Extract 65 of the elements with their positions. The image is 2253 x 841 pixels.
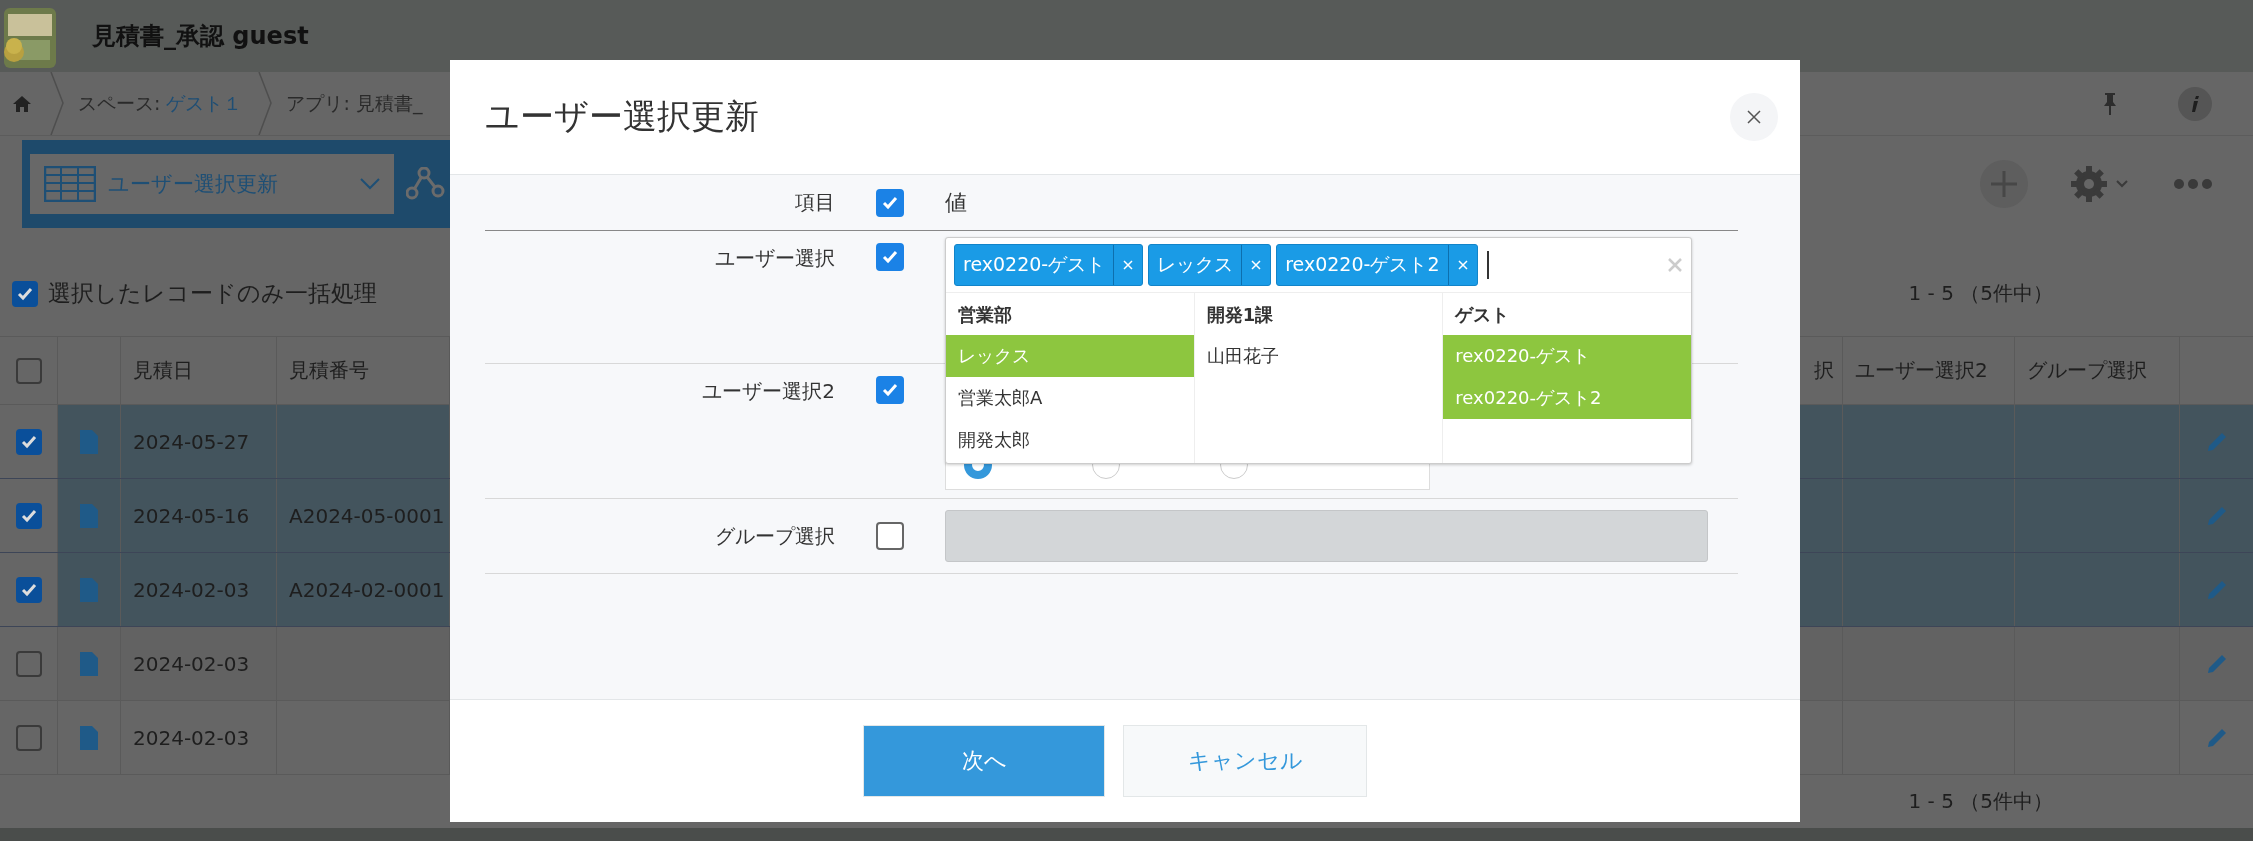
- group-heading: ゲスト: [1453, 303, 1511, 327]
- user-input-field[interactable]: rex0220-ゲスト レックス rex0220-ゲスト2: [946, 238, 1691, 293]
- checkbox[interactable]: [15, 576, 42, 603]
- checkbox[interactable]: [15, 724, 42, 751]
- checkbox[interactable]: [876, 376, 904, 404]
- breadcrumb-item: アプリ: 見積書_: [286, 90, 423, 117]
- more-icon[interactable]: [2173, 177, 2213, 190]
- table-icon: [44, 165, 96, 202]
- table-cell: 2024-05-27: [133, 429, 250, 454]
- user-option[interactable]: 開発太郎: [946, 419, 1194, 461]
- checkbox[interactable]: [12, 280, 38, 307]
- breadcrumb-link[interactable]: ゲスト１: [166, 90, 243, 117]
- pagination-text: 1 - 5 （5件中）: [1908, 788, 2053, 815]
- column-header: 項目: [794, 189, 835, 216]
- column-header: グループ選択: [2015, 337, 2180, 404]
- next-button[interactable]: 次へ: [863, 725, 1105, 797]
- column-header: ユーザー選択2: [1843, 337, 2015, 404]
- user-option[interactable]: レックス: [946, 335, 1194, 377]
- home-icon[interactable]: [12, 94, 32, 113]
- cancel-button[interactable]: キャンセル: [1123, 725, 1367, 797]
- checkbox[interactable]: [15, 502, 42, 529]
- column-header: 見積日: [121, 337, 277, 404]
- chevron-down-icon: [360, 177, 380, 190]
- document-icon[interactable]: [80, 577, 98, 602]
- view-dropdown[interactable]: ユーザー選択更新: [30, 153, 394, 214]
- add-icon[interactable]: [1979, 158, 2029, 209]
- user-option[interactable]: rex0220-ゲスト2: [1443, 377, 1691, 419]
- clear-icon[interactable]: [1667, 257, 1683, 273]
- document-icon[interactable]: [80, 725, 98, 750]
- breadcrumb-item: スペース:: [78, 90, 162, 116]
- table-cell: 2024-02-03: [133, 651, 250, 676]
- field-label: ユーザー選択2: [701, 378, 835, 405]
- user-tag: rex0220-ゲスト2: [1276, 244, 1478, 286]
- checkbox[interactable]: [15, 357, 42, 384]
- document-icon[interactable]: [80, 651, 98, 676]
- close-icon: [1746, 109, 1762, 125]
- checkbox[interactable]: [876, 243, 904, 271]
- user-option[interactable]: 営業太郎A: [946, 377, 1194, 419]
- table-cell: 2024-02-03: [133, 725, 250, 750]
- user-tag: レックス: [1148, 244, 1272, 286]
- pin-icon[interactable]: [2103, 91, 2117, 116]
- info-icon[interactable]: [2177, 85, 2213, 122]
- user-option[interactable]: 山田花子: [1194, 335, 1443, 377]
- checkbox[interactable]: [15, 650, 42, 677]
- document-icon[interactable]: [80, 429, 98, 454]
- user-option[interactable]: rex0220-ゲスト: [1443, 335, 1691, 377]
- app-title: 見積書_承認 guest: [92, 21, 309, 52]
- dialog-title: ユーザー選択更新: [485, 95, 760, 138]
- graph-icon[interactable]: [406, 166, 446, 201]
- checkbox[interactable]: [15, 428, 42, 455]
- checkbox[interactable]: [876, 188, 904, 217]
- table-cell: A2024-02-0001: [289, 577, 445, 602]
- table-cell: 2024-05-16: [133, 503, 250, 528]
- column-header: 値: [945, 189, 967, 215]
- field-label: グループ選択: [714, 522, 835, 550]
- group-heading: 開発1課: [1205, 303, 1275, 327]
- close-button[interactable]: [1730, 93, 1778, 141]
- pagination-text: 1 - 5 （5件中）: [1908, 280, 2053, 307]
- checkbox-label: 選択したレコードのみ一括処理: [48, 279, 377, 308]
- group-heading: 営業部: [957, 303, 1013, 327]
- table-cell: A2024-05-0001: [289, 503, 445, 528]
- document-icon[interactable]: [80, 503, 98, 528]
- table-cell: 2024-02-03: [133, 577, 250, 602]
- field-label: ユーザー選択: [714, 245, 835, 272]
- user-tag: rex0220-ゲスト: [954, 244, 1144, 286]
